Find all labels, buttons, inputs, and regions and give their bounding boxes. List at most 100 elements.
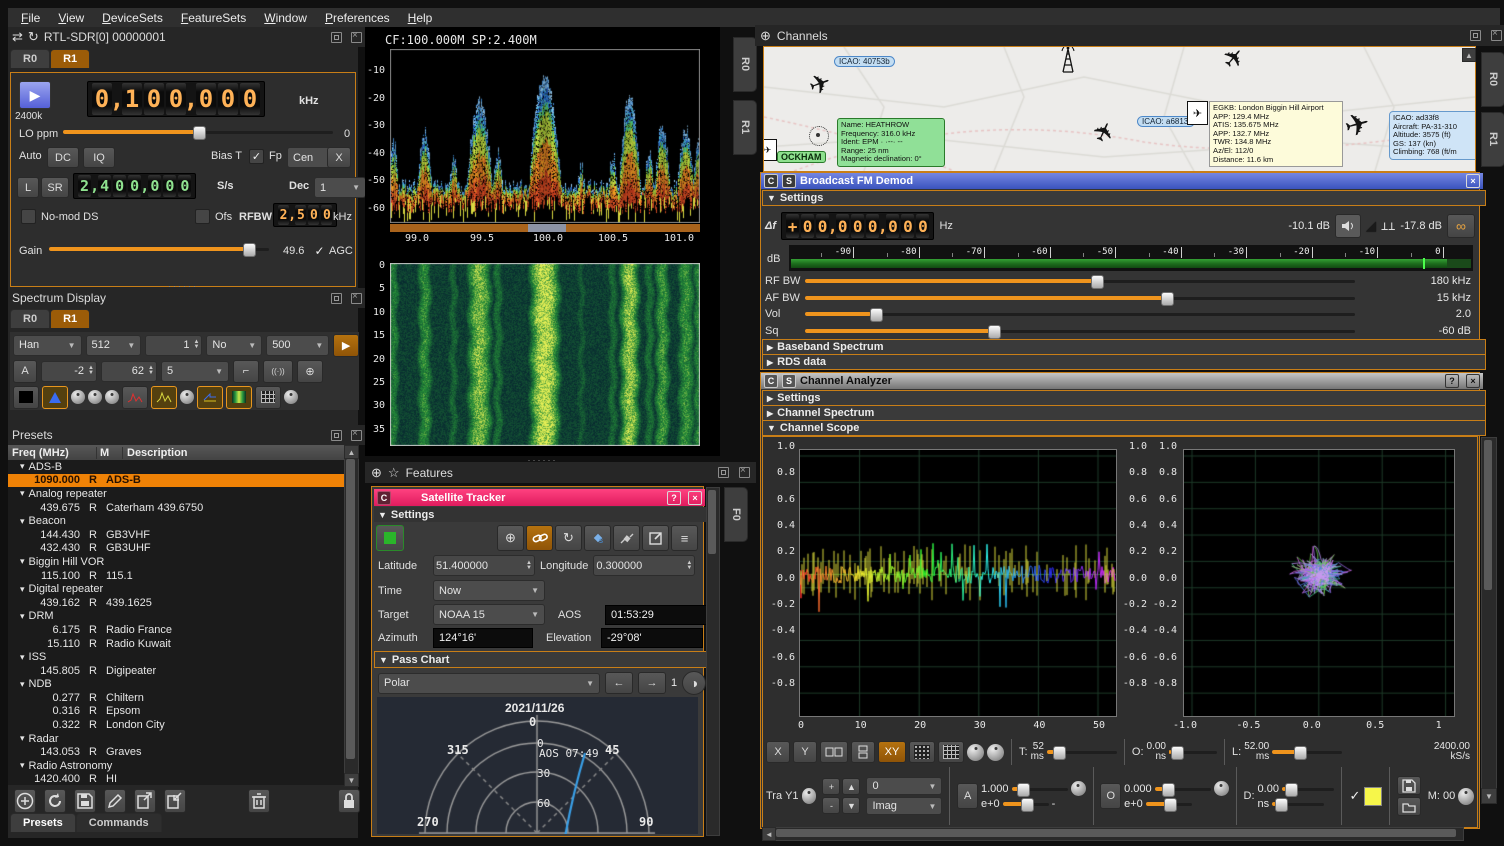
- right-vscrollbar-handle[interactable]: [1484, 440, 1492, 590]
- crosshair-icon[interactable]: ⊕: [297, 360, 323, 383]
- preset-group-row[interactable]: ▾Beacon: [8, 514, 344, 528]
- satellite-select-icon[interactable]: s: [584, 525, 611, 551]
- side-tab-f0[interactable]: F0: [724, 487, 748, 542]
- spin-arrows[interactable]: ▲▼: [88, 366, 94, 376]
- map-scroll-up-icon[interactable]: ▲: [1462, 48, 1476, 62]
- collapse-icon[interactable]: ▾: [20, 488, 25, 499]
- tab-commands[interactable]: Commands: [76, 813, 162, 832]
- start-device-button[interactable]: ▶: [19, 81, 51, 109]
- dial-digit[interactable]: 0: [163, 175, 176, 197]
- edit-preset-button[interactable]: [104, 789, 126, 813]
- rds-data-section[interactable]: ▶RDS data: [762, 354, 1486, 370]
- airport-info-box[interactable]: EGKB: London Biggin Hill AirportAPP: 129…: [1209, 101, 1343, 167]
- preset-row[interactable]: 1090.000RADS-B: [8, 474, 344, 488]
- slider-handle[interactable]: [1294, 746, 1307, 760]
- iq-button[interactable]: IQ: [83, 147, 115, 168]
- collapse-icon[interactable]: ▾: [20, 652, 25, 663]
- delay-coarse-slider[interactable]: [1282, 782, 1334, 796]
- dial-digit[interactable]: 2: [78, 175, 91, 197]
- dial-digit[interactable]: 0: [916, 214, 929, 238]
- scroll-left-icon[interactable]: ◄: [762, 827, 776, 841]
- center-frequency-dial[interactable]: 0,100,000: [87, 81, 265, 117]
- collapse-icon[interactable]: ▾: [20, 461, 25, 472]
- rf-bw-slider[interactable]: [805, 274, 1355, 288]
- close-icon[interactable]: ×: [1466, 374, 1480, 388]
- histogram-waterfall-swap-icon[interactable]: [197, 386, 223, 409]
- squelch-ramp-icon[interactable]: ◢: [1366, 218, 1376, 234]
- delete-preset-button[interactable]: [248, 789, 270, 813]
- channels-tab-r0[interactable]: R0: [1481, 52, 1504, 107]
- close-x-button[interactable]: X: [327, 147, 351, 168]
- new-preset-button[interactable]: [14, 789, 36, 813]
- memory-select[interactable]: 0▼: [866, 777, 942, 795]
- dark-theme-icon[interactable]: ◑: [682, 671, 706, 695]
- nomod-checkbox[interactable]: [21, 209, 36, 224]
- frequency-scale-bar[interactable]: [390, 224, 700, 232]
- squelch-slider[interactable]: [805, 324, 1355, 338]
- ofs-fine-knob[interactable]: [1214, 781, 1229, 796]
- scope-y-only-button[interactable]: Y: [793, 741, 817, 763]
- channel-analyzer-titlebar[interactable]: C S Channel Analyzer ? ×: [761, 373, 1483, 389]
- max-trace-icon[interactable]: [122, 386, 148, 409]
- polar-grid-icon[interactable]: [909, 741, 935, 763]
- preset-row[interactable]: 15.110RRadio Kuwait: [8, 637, 344, 651]
- refresh-select[interactable]: 500▼: [266, 335, 329, 356]
- next-pass-button[interactable]: →: [638, 672, 666, 694]
- dial-digit[interactable]: 0: [801, 214, 814, 238]
- scope-xy-canvas[interactable]: [1183, 449, 1455, 717]
- dial-digit[interactable]: 1: [122, 83, 142, 115]
- dial-digit[interactable]: 5: [295, 205, 306, 225]
- spectrum-play-button[interactable]: ▶: [333, 334, 359, 357]
- slider-handle[interactable]: [1164, 798, 1177, 812]
- preset-group-row[interactable]: ▾Radio Astronomy: [8, 759, 344, 773]
- grid-intensity-knob[interactable]: [284, 390, 298, 404]
- slider-handle[interactable]: [1171, 746, 1184, 760]
- prev-pass-button[interactable]: ←: [605, 672, 633, 694]
- feature-c-icon[interactable]: C: [377, 491, 391, 505]
- raise-trace-button[interactable]: ▲: [842, 778, 860, 795]
- menu-item-file[interactable]: File: [12, 10, 49, 26]
- menu-item-help[interactable]: Help: [399, 10, 442, 26]
- side-tab-r0[interactable]: R0: [733, 37, 757, 92]
- scroll-up-icon[interactable]: ▲: [344, 445, 359, 459]
- time-base-slider[interactable]: [1047, 745, 1117, 759]
- ofs-exp-slider[interactable]: [1146, 797, 1192, 811]
- menu-item-featuresets[interactable]: FeatureSets: [172, 10, 255, 26]
- trace-intensity-knob[interactable]: [987, 744, 1004, 761]
- amp-exp-slider[interactable]: [1003, 797, 1049, 811]
- collapse-icon[interactable]: ▾: [20, 679, 25, 690]
- dc-button[interactable]: DC: [47, 147, 79, 168]
- amp-slider[interactable]: [1012, 782, 1068, 796]
- down-icon[interactable]: ▼: [148, 371, 154, 376]
- airport-icon[interactable]: ✈: [763, 139, 777, 161]
- chart-type-select[interactable]: Polar▼: [378, 673, 600, 694]
- background-color-swatch[interactable]: [13, 386, 39, 409]
- dial-digit[interactable]: +: [786, 214, 799, 238]
- cartesian-grid-icon[interactable]: [938, 741, 964, 763]
- autoscale-button[interactable]: A: [13, 360, 37, 383]
- shrink-window-icon[interactable]: [331, 32, 342, 43]
- preset-row[interactable]: 1420.400RHI: [8, 773, 344, 785]
- remove-trace-button[interactable]: -: [822, 797, 840, 814]
- collapse-icon[interactable]: ▾: [20, 516, 25, 527]
- af-bw-slider[interactable]: [805, 291, 1355, 305]
- update-preset-button[interactable]: [44, 789, 66, 813]
- slider-handle[interactable]: [1162, 783, 1175, 797]
- slider-handle[interactable]: [1091, 275, 1104, 289]
- add-trace-button[interactable]: +: [822, 778, 840, 795]
- waterfall-canvas[interactable]: [390, 263, 700, 446]
- stroke-knob[interactable]: [105, 390, 119, 404]
- preset-row[interactable]: 439.162R439.1625: [8, 596, 344, 610]
- preset-group-row[interactable]: ▾DRM: [8, 610, 344, 624]
- slider-handle[interactable]: [1275, 798, 1288, 812]
- tab-r1[interactable]: R1: [50, 309, 90, 328]
- change-device-icon[interactable]: ⇄: [12, 29, 23, 45]
- add-channel-icon[interactable]: ⊕: [760, 28, 771, 44]
- channel-s-icon[interactable]: S: [782, 174, 796, 188]
- infinity-button[interactable]: ∞: [1447, 214, 1475, 238]
- tab-r1[interactable]: R1: [50, 49, 90, 68]
- amp-fine-knob[interactable]: [1071, 781, 1086, 796]
- close-window-icon[interactable]: [351, 430, 362, 441]
- close-window-icon[interactable]: [1491, 30, 1502, 41]
- calibration-icon[interactable]: ((·)): [263, 360, 293, 383]
